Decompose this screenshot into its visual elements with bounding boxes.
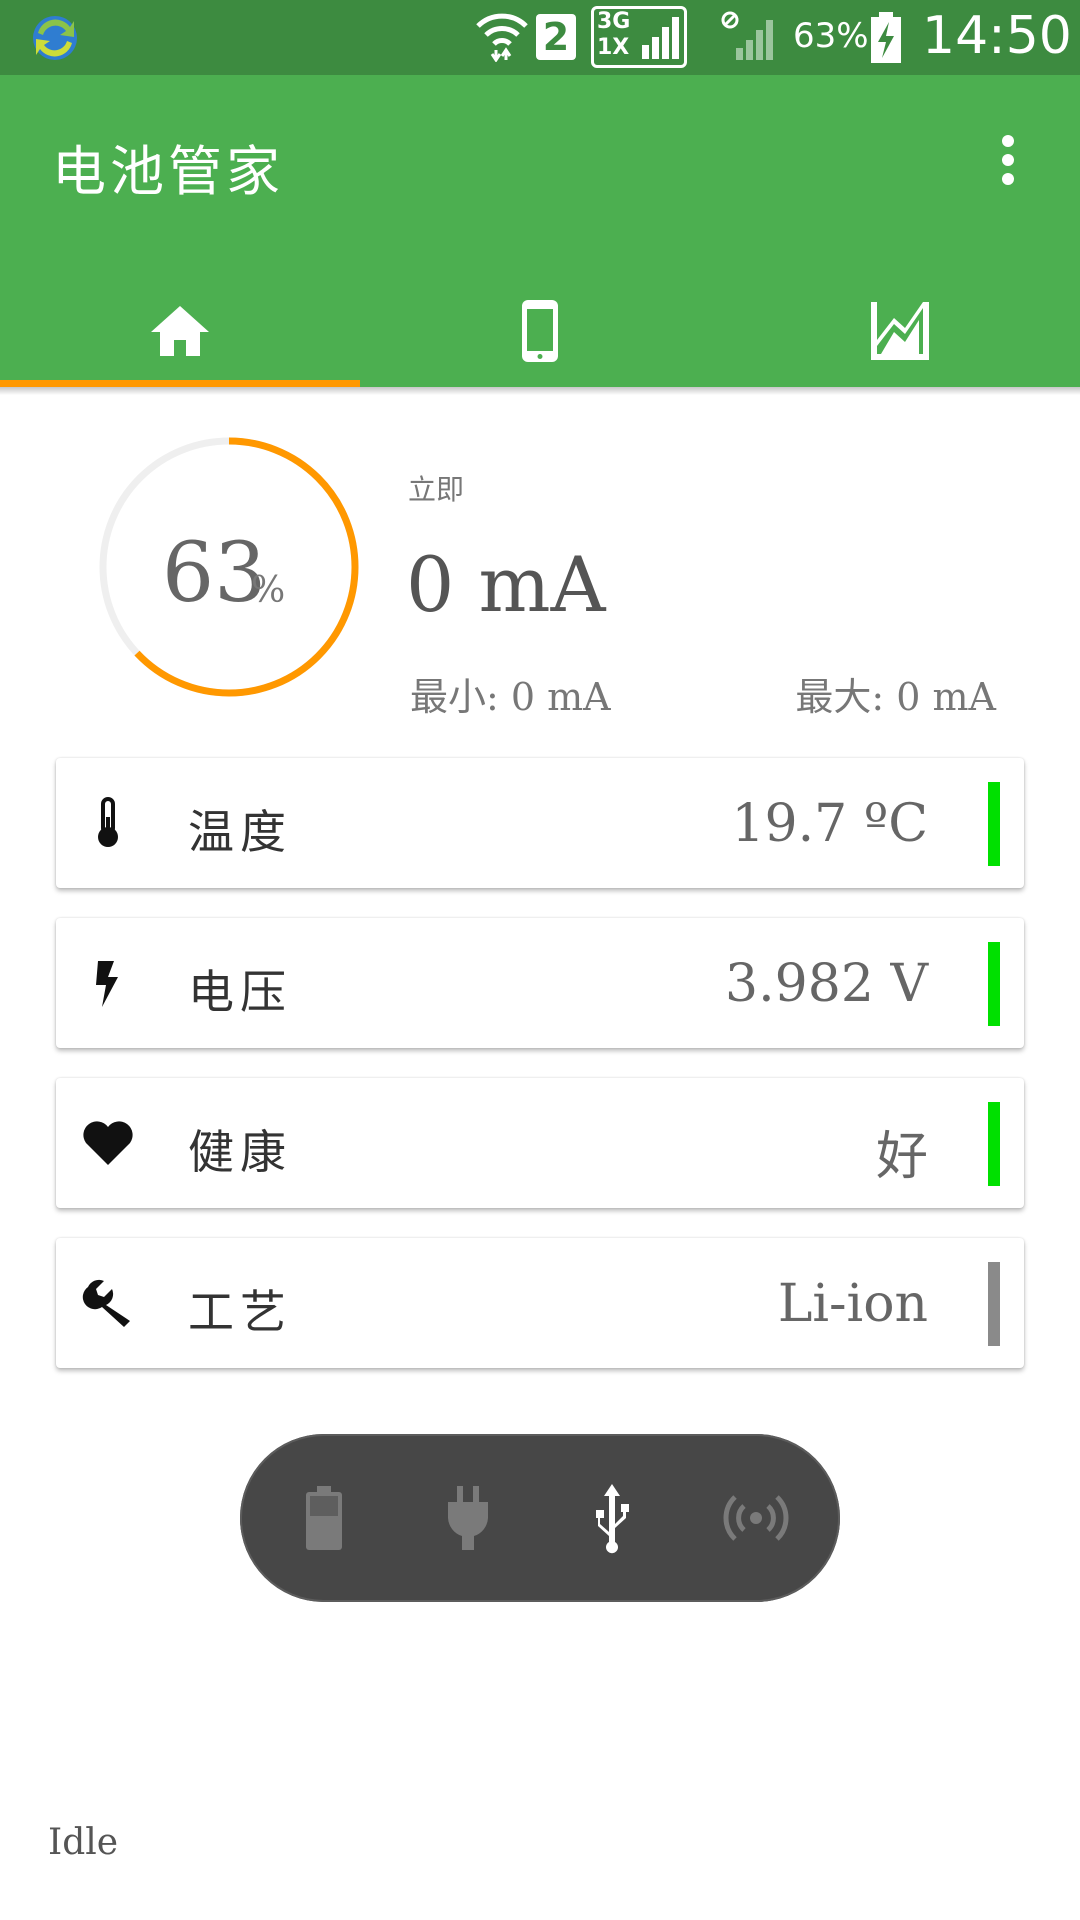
phone-icon (522, 300, 558, 362)
tab-bar (0, 275, 1080, 387)
technology-card[interactable]: 工艺 Li-ion (56, 1238, 1024, 1368)
current-max: 最大: 0 mA (795, 675, 996, 719)
usb-icon[interactable] (574, 1480, 650, 1556)
status-bar: 2 3G 1X 63% 14:50 (0, 0, 1080, 75)
toolbar-shadow (0, 387, 1080, 395)
battery-icon[interactable] (286, 1480, 362, 1556)
card-label: 电压 (188, 965, 292, 1019)
app-toolbar: 电池管家 (0, 75, 1080, 387)
heart-icon (83, 1121, 133, 1165)
wireless-icon[interactable] (718, 1480, 794, 1556)
card-value: Li-ion (777, 1274, 928, 1334)
status-indicator (988, 782, 1000, 866)
selected-tab-indicator (0, 380, 360, 387)
sim-slot-badge: 2 (536, 14, 576, 60)
network-1x-label: 1X (597, 35, 630, 60)
app-logo-icon (33, 16, 77, 60)
thermometer-icon (98, 797, 118, 847)
wifi-icon (476, 13, 528, 62)
current-value: 0 mA (406, 540, 606, 629)
lightning-icon (96, 961, 118, 1007)
card-value: 好 (875, 1127, 928, 1187)
status-indicator (988, 1262, 1000, 1346)
app-title: 电池管家 (52, 140, 284, 203)
plug-icon[interactable] (430, 1480, 506, 1556)
status-battery-percent: 63% (793, 16, 869, 56)
battery-charging-icon (871, 12, 901, 63)
card-label: 工艺 (188, 1285, 292, 1339)
wrench-icon (82, 1279, 130, 1327)
network-type-icon: 3G 1X (591, 6, 687, 68)
tab-chart[interactable] (720, 275, 1080, 387)
tab-phone[interactable] (360, 275, 720, 387)
network-3g-label: 3G (597, 9, 631, 34)
status-indicator (988, 942, 1000, 1026)
status-clock: 14:50 (922, 6, 1072, 66)
battery-percent-unit: % (251, 570, 286, 611)
card-label: 温度 (188, 805, 292, 859)
tab-home[interactable] (0, 275, 360, 387)
chart-icon (871, 302, 929, 360)
card-value: 3.982 V (725, 954, 928, 1014)
charging-status-text: Idle (48, 1822, 119, 1863)
temperature-card[interactable]: 温度 19.7 ºC (56, 758, 1024, 888)
status-indicator (988, 1102, 1000, 1186)
voltage-card[interactable]: 电压 3.982 V (56, 918, 1024, 1048)
card-value: 19.7 ºC (731, 794, 928, 854)
card-label: 健康 (188, 1125, 292, 1179)
health-card[interactable]: 健康 好 (56, 1078, 1024, 1208)
battery-level-gauge: 63 % (96, 434, 362, 700)
power-source-selector (240, 1434, 840, 1602)
current-label: 立即 (408, 473, 465, 506)
overflow-menu-icon[interactable] (984, 127, 1032, 193)
home-icon (151, 306, 209, 356)
current-min: 最小: 0 mA (410, 675, 611, 719)
signal-icon (721, 11, 773, 60)
